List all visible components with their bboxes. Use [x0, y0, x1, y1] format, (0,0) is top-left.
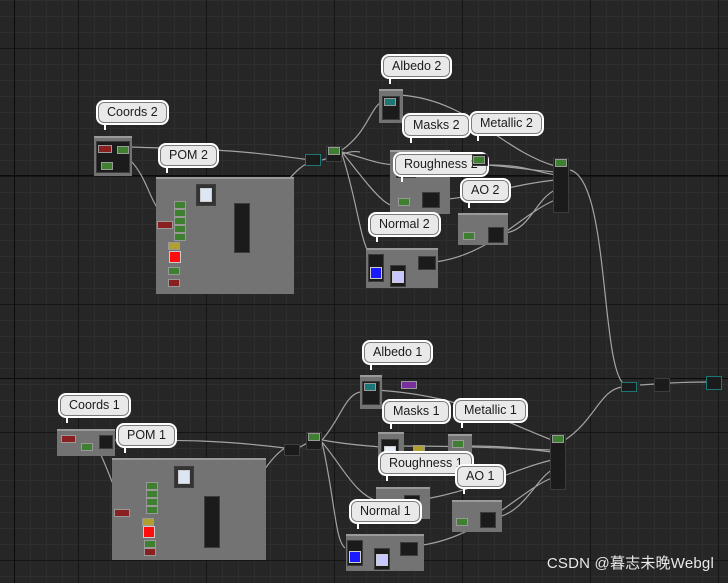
param-pin[interactable]: [456, 518, 468, 526]
param-pin[interactable]: [174, 201, 186, 209]
ao-1-frame: [452, 500, 502, 532]
comment-masks-1[interactable]: Masks 1: [382, 399, 451, 429]
material-attributes-node[interactable]: [326, 146, 342, 162]
connection-wires: [89, 94, 709, 549]
output-pin[interactable]: [81, 443, 93, 451]
output-pin[interactable]: [101, 162, 113, 170]
normal-1-texture-node[interactable]: [347, 540, 363, 566]
normal-map-thumbnail: [370, 267, 382, 279]
output-pin[interactable]: [452, 440, 464, 448]
output-pin[interactable]: [364, 383, 376, 391]
coords-2-node[interactable]: [96, 141, 130, 173]
pom-1-texture-node[interactable]: [174, 466, 194, 488]
ao-1-node[interactable]: [480, 512, 496, 528]
comment-normal-1[interactable]: Normal 1: [349, 499, 422, 529]
comment-normal-2[interactable]: Normal 2: [368, 212, 441, 242]
output-pin[interactable]: [473, 156, 485, 164]
param-pin[interactable]: [168, 267, 180, 275]
param-pin[interactable]: [174, 217, 186, 225]
purple-pin[interactable]: [401, 381, 417, 389]
param-pin[interactable]: [174, 209, 186, 217]
comment-coords-2[interactable]: Coords 2: [96, 100, 169, 130]
blend-input-node[interactable]: [621, 382, 637, 392]
param-pin[interactable]: [168, 279, 180, 287]
normal-1-flatten-node[interactable]: [374, 548, 390, 570]
ao-2-node[interactable]: [488, 227, 504, 243]
pom-1-function-node[interactable]: [204, 496, 220, 548]
output-pin[interactable]: [328, 147, 340, 155]
output-pin[interactable]: [552, 435, 564, 443]
param-pin[interactable]: [144, 540, 156, 548]
comment-pom-1[interactable]: POM 1: [116, 423, 177, 453]
pom-2-frame: [156, 177, 294, 294]
param-pin[interactable]: [463, 232, 475, 240]
make-material-attributes-2-node[interactable]: [553, 158, 569, 213]
output-pin[interactable]: [384, 98, 396, 106]
param-pin[interactable]: [114, 509, 130, 517]
param-pin[interactable]: [168, 242, 180, 250]
heightmap-thumbnail: [178, 470, 190, 484]
normal-2-flatten-node[interactable]: [390, 265, 406, 287]
albedo-1-frame: [360, 375, 382, 409]
reroute-node[interactable]: [305, 154, 321, 166]
param-pin[interactable]: [146, 490, 158, 498]
comment-masks-2[interactable]: Masks 2: [402, 113, 471, 143]
roughness-2-output-node[interactable]: [422, 192, 440, 208]
coords-1-frame: [57, 429, 115, 456]
blend-material-attributes-node[interactable]: [654, 378, 670, 392]
texcoord-pin[interactable]: [61, 435, 76, 443]
pom-1-frame: [112, 458, 266, 560]
comment-albedo-1[interactable]: Albedo 1: [362, 340, 434, 370]
comment-metallic-2[interactable]: Metallic 2: [469, 111, 544, 141]
output-pin[interactable]: [117, 146, 129, 154]
albedo-2-frame: [379, 89, 403, 123]
comment-ao-2[interactable]: AO 2: [460, 178, 511, 208]
color-swatch-red: [169, 251, 181, 263]
comment-albedo-2[interactable]: Albedo 2: [381, 54, 453, 84]
coords-2-frame: [94, 136, 132, 176]
comment-ao-1[interactable]: AO 1: [455, 464, 506, 494]
param-pin[interactable]: [157, 221, 173, 229]
material-output-node[interactable]: [706, 376, 722, 390]
color-swatch-red: [143, 526, 155, 538]
normal-swatch: [376, 554, 388, 566]
comment-coords-1[interactable]: Coords 1: [58, 393, 131, 423]
albedo-1-node[interactable]: [362, 381, 380, 405]
param-pin[interactable]: [174, 233, 186, 241]
normal-map-thumbnail: [349, 551, 361, 563]
pom-2-function-node[interactable]: [234, 203, 250, 253]
output-pin[interactable]: [555, 159, 567, 167]
heightmap-thumbnail: [200, 188, 212, 202]
coords-1-node[interactable]: [99, 435, 113, 449]
normal-2-output-node[interactable]: [418, 256, 436, 270]
param-pin[interactable]: [142, 518, 154, 526]
comment-pom-2[interactable]: POM 2: [158, 143, 219, 173]
pom-2-texture-node[interactable]: [196, 184, 216, 206]
graph-canvas[interactable]: Coords 2 POM 2 Albedo 2 Roughness 2 Mask: [0, 0, 728, 583]
watermark: CSDN @暮志未晚Webgl: [546, 555, 714, 572]
normal-1-output-node[interactable]: [400, 542, 418, 556]
albedo-2-node[interactable]: [382, 96, 400, 120]
make-material-attributes-1-node[interactable]: [550, 434, 566, 490]
output-pin[interactable]: [308, 433, 320, 441]
ao-2-frame: [458, 213, 508, 245]
comment-metallic-1[interactable]: Metallic 1: [453, 398, 528, 428]
param-pin[interactable]: [146, 506, 158, 514]
material-attributes-node[interactable]: [306, 432, 322, 450]
reroute-node[interactable]: [284, 444, 300, 456]
param-pin[interactable]: [174, 225, 186, 233]
normal-swatch: [392, 271, 404, 283]
metallic-2-node[interactable]: [472, 154, 488, 166]
param-pin[interactable]: [398, 198, 410, 206]
texcoord-pin[interactable]: [98, 145, 112, 153]
param-pin[interactable]: [146, 482, 158, 490]
param-pin[interactable]: [144, 548, 156, 556]
normal-2-frame: [366, 248, 438, 288]
normal-2-texture-node[interactable]: [368, 254, 384, 282]
param-pin[interactable]: [146, 498, 158, 506]
normal-1-frame: [346, 534, 424, 571]
